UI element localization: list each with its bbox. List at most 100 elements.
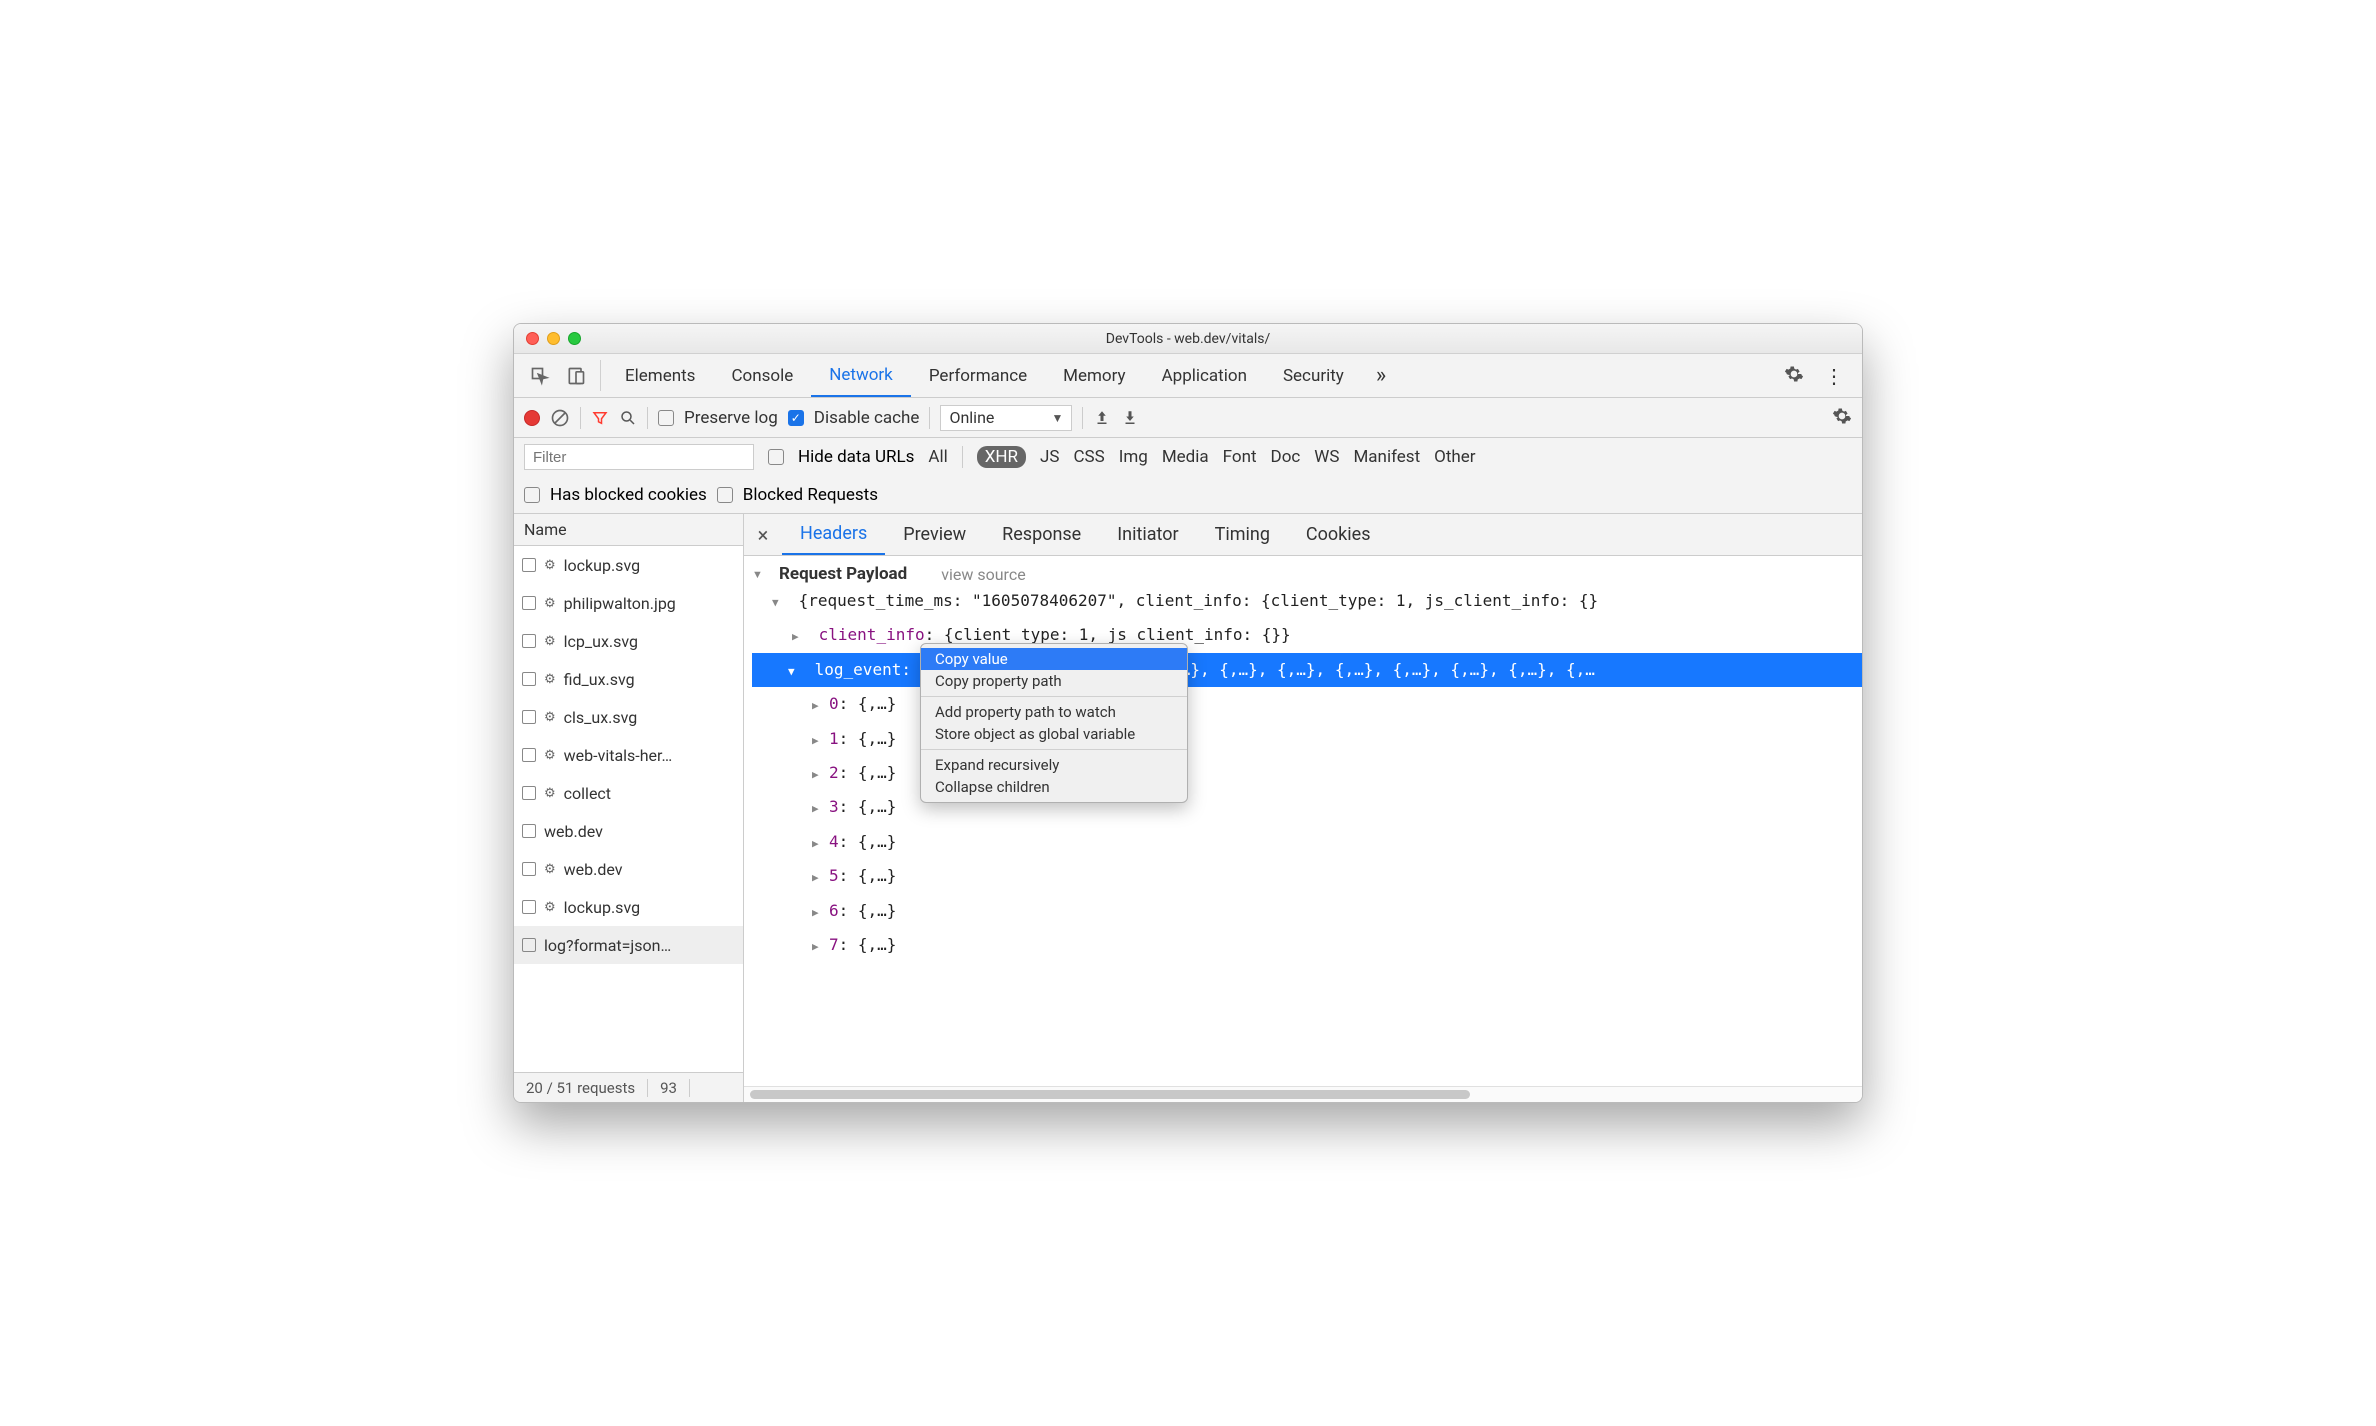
upload-har-icon[interactable] [1093,409,1111,427]
file-icon [522,558,536,572]
menu-item[interactable]: Collapse children [921,776,1187,798]
menu-item[interactable]: Add property path to watch [921,701,1187,723]
detail-tab-preview[interactable]: Preview [885,514,984,555]
disclosure-right-icon: ▶ [812,797,823,821]
filter-type-media[interactable]: Media [1162,447,1209,467]
tab-console[interactable]: Console [713,354,811,397]
request-row[interactable]: ⚙collect [514,774,743,812]
request-name: fid_ux.svg [564,670,635,689]
gear-icon: ⚙ [544,596,556,611]
filter-type-manifest[interactable]: Manifest [1353,447,1420,467]
download-har-icon[interactable] [1121,409,1139,427]
has-blocked-cookies-checkbox[interactable] [524,487,540,503]
record-button[interactable] [524,410,540,426]
request-row[interactable]: ⚙web-vitals-her… [514,736,743,774]
tab-network[interactable]: Network [811,354,911,397]
filter-icon[interactable] [591,409,609,427]
tab-security[interactable]: Security [1265,354,1362,397]
disclosure-right-icon: ▶ [812,866,823,890]
disable-cache-label: Disable cache [814,408,920,428]
gear-icon: ⚙ [544,748,556,763]
inspect-element-icon[interactable] [522,354,558,397]
hide-data-urls-checkbox[interactable] [768,449,784,465]
request-row[interactable]: ⚙ cls_ux.svg [514,698,743,736]
request-row[interactable]: ⚙lcp_ux.svg [514,622,743,660]
clear-icon[interactable] [550,408,570,428]
request-count: 20 / 51 requests [514,1079,648,1097]
file-icon [522,938,536,952]
request-row[interactable]: ⚙ fid_ux.svg [514,660,743,698]
disable-cache-checkbox[interactable]: ✓ [788,410,804,426]
request-name: cls_ux.svg [564,708,638,727]
request-row[interactable]: ⚙web.dev [514,850,743,888]
request-row[interactable]: log?format=json… [514,926,743,964]
filter-type-doc[interactable]: Doc [1271,447,1301,467]
request-row[interactable]: ⚙philipwalton.jpg [514,584,743,622]
filter-type-js[interactable]: JS [1040,447,1059,467]
scrollbar-thumb[interactable] [750,1090,1470,1099]
blocked-requests-checkbox[interactable] [717,487,733,503]
payload-panel: ▼ Request Payload view source ▼ {request… [744,556,1862,1086]
request-name: lockup.svg [564,898,640,917]
disclosure-down-icon[interactable]: ▼ [752,568,763,581]
filter-type-all[interactable]: All [928,447,947,467]
detail-tab-cookies[interactable]: Cookies [1288,514,1389,555]
tree-row[interactable]: ▶4: {,…} [812,825,1854,859]
file-icon [522,634,536,648]
detail-tab-response[interactable]: Response [984,514,1099,555]
menu-item[interactable]: Store object as global variable [921,723,1187,745]
request-row[interactable]: ⚙lockup.svg [514,546,743,584]
menu-item[interactable]: Copy value [921,648,1187,670]
menu-item[interactable]: Copy property path [921,670,1187,692]
section-title: Request Payload [779,564,907,584]
hide-data-urls-label: Hide data URLs [798,447,914,467]
filter-type-xhr[interactable]: XHR [977,446,1026,468]
menu-item[interactable]: Expand recursively [921,754,1187,776]
tree-row[interactable]: ▶5: {,…} [812,859,1854,893]
gear-icon: ⚙ [544,672,556,687]
disclosure-down-icon: ▼ [772,591,783,615]
file-icon [522,596,536,610]
tab-memory[interactable]: Memory [1045,354,1143,397]
detail-tab-timing[interactable]: Timing [1197,514,1288,555]
network-settings-icon[interactable] [1832,406,1852,430]
request-size: 93 [648,1079,690,1097]
detail-tab-headers[interactable]: Headers [782,514,885,555]
detail-tab-initiator[interactable]: Initiator [1099,514,1196,555]
file-icon [522,710,536,724]
gear-icon: ⚙ [544,710,556,725]
tree-row[interactable]: ▶7: {,…} [812,928,1854,962]
filter-type-other[interactable]: Other [1434,447,1475,467]
filter-input[interactable] [524,444,754,470]
filter-type-img[interactable]: Img [1119,447,1148,467]
tab-elements[interactable]: Elements [607,354,713,397]
request-row[interactable]: ⚙lockup.svg [514,888,743,926]
request-row[interactable]: web.dev [514,812,743,850]
detail-tabs: × HeadersPreviewResponseInitiatorTimingC… [744,514,1862,556]
tabs-overflow[interactable]: » [1362,354,1400,397]
filter-type-ws[interactable]: WS [1314,447,1339,467]
tree-row[interactable]: ▼ {request_time_ms: "1605078406207", cli… [772,584,1854,618]
name-column-header[interactable]: Name [514,514,743,546]
gear-icon: ⚙ [544,786,556,801]
close-detail-button[interactable]: × [744,514,782,555]
view-source-link[interactable]: view source [941,565,1025,584]
tree-row[interactable]: ▶6: {,…} [812,894,1854,928]
file-icon [522,900,536,914]
search-icon[interactable] [619,409,637,427]
filter-type-css[interactable]: CSS [1073,447,1104,467]
menu-separator [921,749,1187,750]
kebab-menu-icon[interactable]: ⋮ [1814,364,1854,388]
horizontal-scrollbar[interactable] [744,1086,1862,1102]
network-toolbar: Preserve log ✓ Disable cache Online ▼ [514,398,1862,438]
settings-icon[interactable] [1774,364,1814,388]
throttling-select[interactable]: Online ▼ [940,405,1072,431]
tab-performance[interactable]: Performance [911,354,1045,397]
gear-icon: ⚙ [544,558,556,573]
tab-application[interactable]: Application [1144,354,1265,397]
device-toolbar-icon[interactable] [558,354,594,397]
preserve-log-checkbox[interactable] [658,410,674,426]
filter-type-font[interactable]: Font [1223,447,1257,467]
tree-row-selected[interactable]: ▼ log_event: [{,…}, {,…}, {,…}, {,…}, {,… [752,653,1862,687]
divider [647,407,648,429]
